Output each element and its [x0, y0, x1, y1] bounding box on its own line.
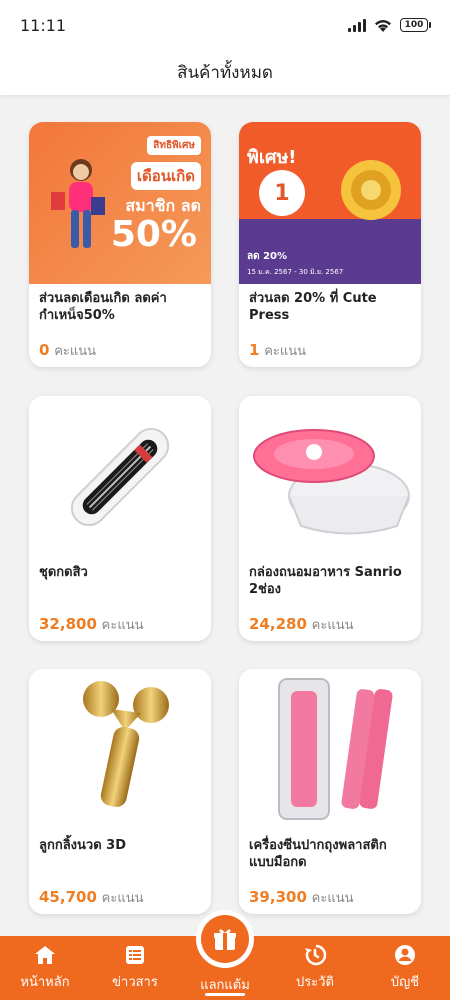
points-value: 45,700 [39, 888, 97, 906]
wifi-icon [375, 20, 391, 32]
points-value: 0 [39, 341, 50, 359]
page-header: สินค้าทั้งหมด [0, 50, 450, 95]
promo-badge: 1 [259, 170, 305, 216]
product-grid: สิทธิพิเศษ เดือนเกิด สมาชิก ลด 50% ส่วนล… [0, 95, 450, 935]
bag-sealer-image [278, 678, 393, 820]
nav-home[interactable]: หน้าหลัก [10, 943, 80, 992]
product-title: กล่องถนอมอาหาร Sanrio 2ช่อง [249, 565, 402, 597]
product-points: 24,280 คะแนน [249, 614, 354, 635]
nav-label: ข่าวสาร [112, 975, 158, 990]
battery-icon: 100 [400, 18, 431, 32]
gold-jewelry-illustration [341, 160, 401, 220]
product-points: 0 คะแนน [39, 340, 96, 361]
product-image [29, 669, 211, 831]
promo-label: สิทธิพิเศษ [147, 136, 201, 155]
news-icon [126, 946, 144, 964]
product-points: 39,300 คะแนน [249, 887, 354, 908]
points-unit: คะแนน [311, 618, 354, 633]
promo-headline: พิเศษ! [247, 147, 297, 168]
nav-redeem-button[interactable] [196, 910, 254, 968]
nav-redeem-label[interactable]: แลกแต้ม [190, 974, 260, 995]
product-card[interactable]: พิเศษ! 1 ลด 20% 15 ม.ค. 2567 - 30 มิ.ย. … [239, 122, 421, 367]
product-image: สิทธิพิเศษ เดือนเกิด สมาชิก ลด 50% [29, 122, 211, 284]
nav-history[interactable]: ประวัติ [280, 943, 350, 992]
product-points: 1 คะแนน [249, 340, 306, 361]
account-icon [395, 945, 415, 965]
promo-person-illustration [51, 159, 105, 248]
product-title: เครื่องซีนปากถุงพลาสติก แบบมือกด [249, 838, 387, 870]
signal-icon [348, 18, 366, 32]
product-card[interactable]: เครื่องซีนปากถุงพลาสติก แบบมือกด 39,300 … [239, 669, 421, 914]
product-card[interactable]: กล่องถนอมอาหาร Sanrio 2ช่อง 24,280 คะแนน [239, 396, 421, 641]
promo-percent: 50% [110, 214, 197, 255]
page-title: สินค้าทั้งหมด [177, 63, 273, 83]
gift-icon [214, 929, 236, 950]
product-card[interactable]: ลูกกลิ้งนวด 3D 45,700 คะแนน [29, 669, 211, 914]
massage-roller-image [83, 681, 169, 807]
product-image [29, 396, 211, 558]
product-points: 32,800 คะแนน [39, 614, 144, 635]
points-value: 39,300 [249, 888, 307, 906]
history-icon [305, 944, 327, 966]
product-image [239, 669, 421, 831]
product-card[interactable]: สิทธิพิเศษ เดือนเกิด สมาชิก ลด 50% ส่วนล… [29, 122, 211, 367]
points-unit: คะแนน [54, 344, 97, 359]
product-points: 45,700 คะแนน [39, 887, 144, 908]
product-title: ส่วนลด 20% ที่ Cute Press [249, 291, 377, 323]
nav-redeem-circle [201, 915, 249, 963]
points-unit: คะแนน [311, 891, 354, 906]
points-value: 24,280 [249, 615, 307, 633]
promo-headline: เดือนเกิด [130, 162, 201, 190]
home-icon [35, 946, 55, 964]
status-time: 11:11 [20, 15, 67, 35]
points-unit: คะแนน [264, 344, 307, 359]
points-value: 32,800 [39, 615, 97, 633]
nav-label: หน้าหลัก [20, 975, 70, 990]
nav-label: บัญชี [390, 975, 420, 990]
status-bar: 11:11 100 [0, 0, 450, 50]
points-unit: คะแนน [101, 891, 144, 906]
points-value: 1 [249, 341, 260, 359]
food-container-image [253, 429, 410, 535]
product-image: พิเศษ! 1 ลด 20% 15 ม.ค. 2567 - 30 มิ.ย. … [239, 122, 421, 284]
product-title: ส่วนลดเดือนเกิด ลดค่ากำเหน็จ50% [39, 291, 167, 323]
nav-account[interactable]: บัญชี [370, 943, 440, 992]
acne-tool-set-image [70, 427, 170, 527]
status-icons: 100 [348, 17, 431, 33]
active-indicator [205, 993, 245, 996]
product-image [239, 396, 421, 558]
product-card[interactable]: ชุดกดสิว 32,800 คะแนน [29, 396, 211, 641]
promo-date: 15 ม.ค. 2567 - 30 มิ.ย. 2567 [247, 268, 344, 276]
nav-news[interactable]: ข่าวสาร [100, 943, 170, 992]
promo-discount: ลด 20% [247, 251, 288, 262]
product-title: ลูกกลิ้งนวด 3D [39, 838, 127, 853]
nav-label: ประวัติ [296, 975, 334, 990]
points-unit: คะแนน [101, 618, 144, 633]
product-title: ชุดกดสิว [39, 565, 88, 580]
